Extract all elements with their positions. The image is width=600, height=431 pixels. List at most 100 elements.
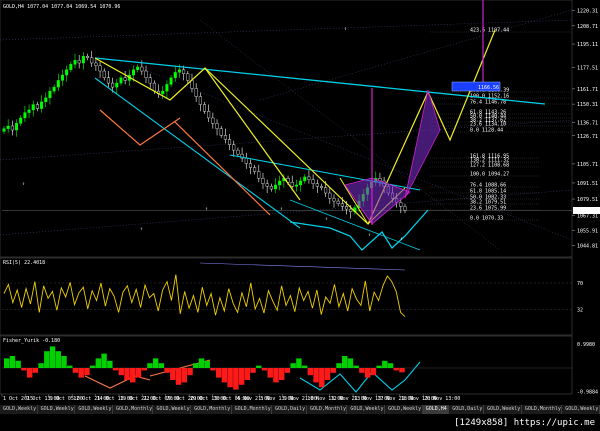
fisher-bar	[21, 368, 27, 371]
rsi-indicator	[2, 262, 572, 317]
price-chart-svg[interactable]: 423.6 1197.44261.8 1166.39100.0 1152.167…	[0, 0, 600, 431]
fisher-tick-label: 0.9980	[577, 342, 595, 348]
chart-tab[interactable]: GOLD,Weekly	[385, 405, 423, 414]
candle-body	[111, 82, 115, 88]
chart-window[interactable]: 423.6 1197.44261.8 1166.39100.0 1152.167…	[0, 0, 600, 431]
candle-body	[177, 69, 181, 73]
price-tick-label: 1150.31	[577, 102, 598, 108]
candle-body	[119, 77, 123, 84]
fisher-bar	[376, 365, 382, 368]
candle-body	[148, 77, 152, 84]
candle-body	[311, 179, 315, 184]
fisher-bar	[89, 365, 96, 368]
candle-body	[86, 56, 90, 58]
fisher-bar	[324, 368, 331, 380]
chart-tab[interactable]: GOLD,Monthly	[522, 405, 563, 414]
candle-body	[169, 77, 173, 85]
candle-body	[65, 69, 69, 76]
fisher-bar	[95, 358, 102, 368]
candle-body	[98, 65, 102, 72]
candle-body	[299, 180, 303, 186]
chart-tab[interactable]: GOLD,Monthly	[232, 405, 273, 414]
candle-body	[6, 125, 10, 129]
dotted-trendline	[199, 19, 501, 251]
chart-tab[interactable]: GOLD,Monthly	[191, 405, 232, 414]
candle-body	[136, 66, 140, 70]
fisher-panel[interactable]	[0, 335, 573, 395]
chart-tab[interactable]: GOLD,Weekly	[562, 405, 600, 414]
candle-body	[232, 144, 236, 151]
fisher-bar	[290, 363, 296, 368]
fisher-caption: Fisher_Yurik -0.180	[3, 338, 60, 344]
candle-body	[211, 117, 215, 124]
candle-body	[345, 206, 349, 210]
fisher-bar	[9, 356, 16, 368]
price-tick-label: 1136.71	[577, 120, 598, 126]
price-tick-label: 1195.11	[577, 42, 598, 48]
rsi-trendline	[199, 262, 406, 271]
chart-tab[interactable]: GOLD,Monthly	[307, 405, 348, 414]
chart-tab[interactable]: GOLD,Weekly	[153, 405, 192, 414]
chart-tab[interactable]: GOLD,Weekly	[75, 405, 114, 414]
fisher-bar	[296, 358, 302, 368]
axes: 1220.31 1208.71 1195.11 1177.51 1161.71 1150.…	[1, 8, 600, 402]
candle-body	[228, 139, 232, 145]
candle-body	[399, 202, 403, 207]
candle-body	[324, 187, 328, 194]
candle-body	[165, 84, 169, 92]
fisher-bar	[124, 368, 130, 380]
candle-body	[202, 104, 206, 112]
candle-body	[52, 86, 56, 92]
fisher-bar	[284, 368, 291, 373]
chart-tab[interactable]: GOLD,Monthly	[113, 405, 154, 414]
price-tick-label: 1161.71	[577, 87, 598, 93]
drawing-objects[interactable]: 1166.56 ⇧ ⇧ ⇧ ⇧ ⇧ ⇧ ⇧ ⇧	[22, 0, 546, 393]
chart-tab[interactable]: GOLD,Weekly	[484, 405, 522, 414]
fisher-bar	[187, 368, 193, 376]
candle-body	[19, 117, 23, 124]
candle-body	[40, 101, 44, 109]
fib-label: 100.0 1094.27	[470, 172, 509, 178]
fib-label: 0.0 1070.33	[470, 216, 503, 222]
fisher-bar	[175, 368, 182, 385]
candle-body	[261, 178, 265, 184]
symbol-caption: GOLD,H4 1077.04 1077.04 1069.54 1070.96	[3, 4, 120, 10]
fractal-arrow: ⇧	[205, 206, 208, 212]
fisher-bar	[118, 368, 124, 376]
price-tick-label: 1044.81	[577, 244, 598, 250]
chart-tab[interactable]: GOLD,Weekly	[0, 405, 38, 414]
fisher-bar	[353, 365, 359, 368]
price-tick-label: 1177.51	[577, 66, 598, 72]
candle-body	[307, 176, 311, 180]
candle-body	[265, 183, 269, 187]
fisher-bar	[107, 360, 113, 368]
candle-body	[219, 128, 223, 136]
fisher-bar	[330, 368, 336, 373]
fisher-bar	[15, 360, 21, 368]
chart-tab[interactable]: GOLD,Daily	[272, 405, 307, 414]
fisher-bar	[215, 368, 222, 378]
fisher-bar	[267, 368, 273, 378]
fisher-bar	[278, 368, 285, 380]
candle-body	[102, 70, 106, 78]
fisher-bar	[158, 363, 165, 368]
candle-body	[115, 82, 119, 88]
chart-tab[interactable]: GOLD,Weekly	[347, 405, 386, 414]
rsi-caption: RSI(5) 22.4018	[3, 260, 45, 266]
rsi-tick-label: 32	[577, 308, 583, 314]
fisher-bar	[256, 365, 262, 368]
chart-tabs: GOLD,Weekly GOLD,Weekly GOLD,Weekly GOLD,Mo…	[0, 405, 600, 414]
candle-body	[106, 77, 110, 84]
candle-body	[94, 62, 98, 66]
rsi-panel[interactable]	[0, 257, 573, 336]
price-tick-label: 1091.51	[577, 181, 598, 187]
fisher-bar	[393, 368, 399, 371]
fisher-bar	[130, 368, 136, 383]
fisher-bar	[135, 368, 142, 378]
fisher-bar	[399, 368, 405, 373]
chart-tab[interactable]: GOLD,Weekly	[38, 405, 76, 414]
candle-body	[90, 57, 94, 64]
chart-tab[interactable]: GOLD,Daily	[449, 405, 485, 414]
chart-tab[interactable]: GOLD,H4	[422, 405, 450, 414]
fib-label: 127.2 1108.68	[470, 163, 509, 169]
